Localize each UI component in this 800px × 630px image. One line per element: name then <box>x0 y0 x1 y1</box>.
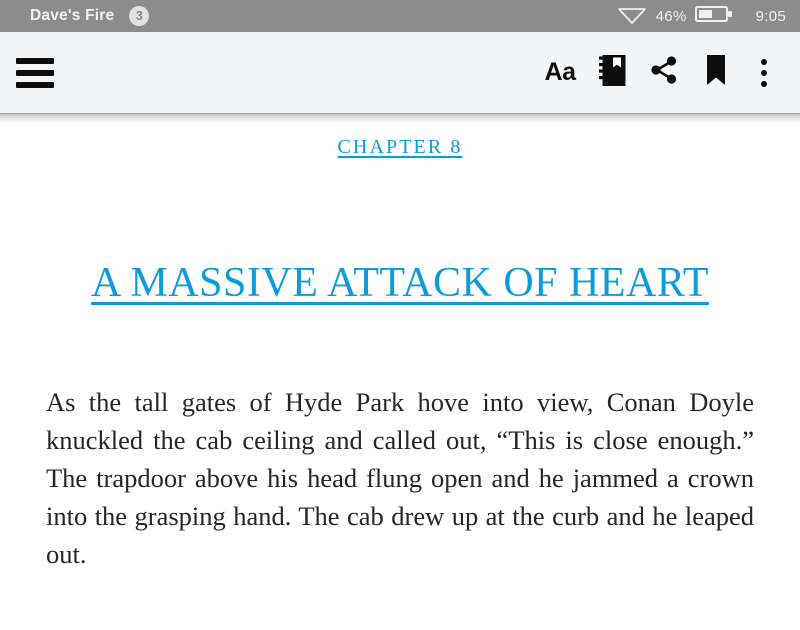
reader-page[interactable]: CHAPTER 8 A MASSIVE ATTACK OF HEART As t… <box>0 136 800 630</box>
battery-icon <box>694 4 733 29</box>
notification-badge[interactable]: 3 <box>129 6 150 26</box>
app-title: Dave's Fire <box>30 7 115 24</box>
overflow-dot <box>761 58 767 65</box>
hamburger-menu-icon[interactable] <box>16 57 54 88</box>
overflow-dot <box>761 69 767 76</box>
overflow-menu-button[interactable] <box>742 46 786 100</box>
toolbar-drop-shadow <box>0 114 800 123</box>
status-bar: Dave's Fire 3 46% 9:05 <box>0 0 800 32</box>
chapter-title: A MASSIVE ATTACK OF HEART <box>90 260 709 306</box>
chapter-label: CHAPTER 8 <box>337 136 463 158</box>
bookmark-button[interactable] <box>690 46 742 100</box>
overflow-dot <box>761 80 767 87</box>
hamburger-bar <box>16 81 54 88</box>
hamburger-bar <box>16 57 54 64</box>
notebook-button[interactable] <box>586 46 638 100</box>
font-size-button[interactable]: Aa <box>534 46 586 100</box>
status-bar-clock: 9:05 <box>755 7 786 25</box>
share-icon <box>649 55 679 90</box>
status-bar-left: Dave's Fire 3 <box>30 6 617 26</box>
notebook-icon <box>597 54 627 92</box>
wifi-icon <box>617 3 647 30</box>
body-paragraph: As the tall gates of Hyde Park hove into… <box>46 387 754 570</box>
status-bar-right: 46% 9:05 <box>617 3 786 30</box>
reader-toolbar: Aa <box>0 32 800 114</box>
hamburger-bar <box>16 69 54 76</box>
battery-percent-label: 46% <box>655 7 687 25</box>
share-button[interactable] <box>638 46 690 100</box>
bookmark-icon <box>705 54 727 91</box>
